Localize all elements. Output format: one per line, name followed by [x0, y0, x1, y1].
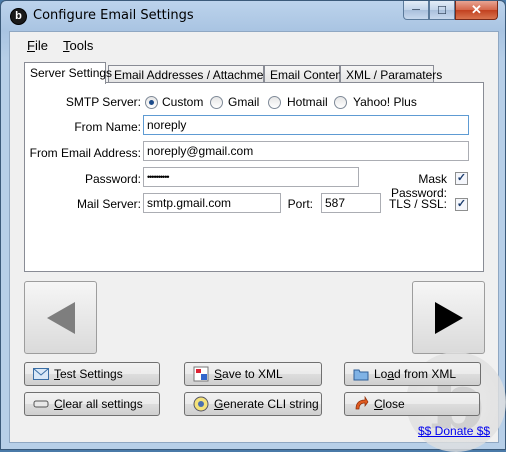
- smtp-server-label: SMTP Server:: [65, 95, 141, 109]
- radio-gmail-label[interactable]: Gmail: [228, 95, 259, 109]
- password-label: Password:: [84, 172, 141, 186]
- window-title: Configure Email Settings: [33, 8, 194, 23]
- menu-tools[interactable]: Tools: [63, 38, 93, 53]
- from-name-input[interactable]: noreply: [143, 115, 469, 135]
- tab-xml-parameters[interactable]: XML / Paramaters: [340, 65, 442, 83]
- radio-yahoo-label[interactable]: Yahoo! Plus: [353, 95, 417, 109]
- tab-email-addresses[interactable]: Email Addresses / Attachment: [108, 65, 273, 83]
- tls-ssl-label: TLS / SSL:: [388, 197, 447, 211]
- from-email-input[interactable]: noreply@gmail.com: [143, 141, 469, 161]
- title-bar[interactable]: b Configure Email Settings ─ ☐ ✕: [1, 1, 505, 31]
- mail-server-input[interactable]: smtp.gmail.com: [143, 193, 281, 213]
- maximize-button[interactable]: ☐: [429, 1, 455, 20]
- test-settings-button[interactable]: Test Settings: [24, 362, 160, 386]
- radio-custom-label[interactable]: Custom: [162, 95, 203, 109]
- from-email-label: From Email Address:: [29, 146, 141, 160]
- cli-icon: [193, 396, 209, 412]
- menu-bar: File Tools: [10, 32, 498, 56]
- radio-hotmail[interactable]: [268, 96, 281, 109]
- radio-yahoo[interactable]: [334, 96, 347, 109]
- save-xml-icon: [193, 366, 209, 382]
- tab-server-settings[interactable]: Server Settings: [24, 62, 112, 84]
- donate-link[interactable]: $$ Donate $$: [418, 424, 490, 438]
- app-logo-icon: b: [10, 8, 27, 25]
- close-window-button[interactable]: ✕: [455, 1, 498, 20]
- mail-server-label: Mail Server:: [76, 197, 141, 211]
- menu-file[interactable]: File: [27, 38, 48, 53]
- folder-open-icon: [353, 366, 369, 382]
- client-area: File Tools Server Settings Email Address…: [9, 31, 506, 452]
- close-button[interactable]: Close: [344, 392, 480, 416]
- password-input[interactable]: ••••••••••: [143, 167, 359, 187]
- server-settings-panel: SMTP Server: Custom Gmail Hotmail Yahoo!…: [24, 82, 484, 272]
- close-arrow-icon: [353, 396, 369, 412]
- port-label: Port:: [287, 197, 313, 211]
- load-from-xml-button[interactable]: Load from XML: [344, 362, 481, 386]
- radio-gmail[interactable]: [210, 96, 223, 109]
- radio-hotmail-label[interactable]: Hotmail: [287, 95, 328, 109]
- arrow-left-icon: [46, 301, 75, 334]
- clear-all-settings-button[interactable]: Clear all settings: [24, 392, 160, 416]
- eraser-icon: [33, 396, 49, 412]
- arrow-right-icon: [434, 301, 463, 334]
- envelope-icon: [33, 366, 49, 382]
- back-button[interactable]: [24, 281, 97, 354]
- radio-custom[interactable]: [145, 96, 158, 109]
- minimize-button[interactable]: ─: [403, 1, 429, 20]
- app-window: b Configure Email Settings ─ ☐ ✕ File To…: [0, 0, 506, 452]
- port-input[interactable]: 587: [321, 193, 381, 213]
- from-name-label: From Name:: [74, 120, 141, 134]
- caption-buttons: ─ ☐ ✕: [403, 1, 498, 21]
- tls-ssl-checkbox[interactable]: ✓: [455, 198, 468, 211]
- generate-cli-button[interactable]: Generate CLI string: [184, 392, 322, 416]
- tab-email-content[interactable]: Email Content: [264, 65, 345, 83]
- save-to-xml-button[interactable]: Save to XML: [184, 362, 322, 386]
- forward-button[interactable]: [412, 281, 485, 354]
- mask-password-checkbox[interactable]: ✓: [455, 172, 468, 185]
